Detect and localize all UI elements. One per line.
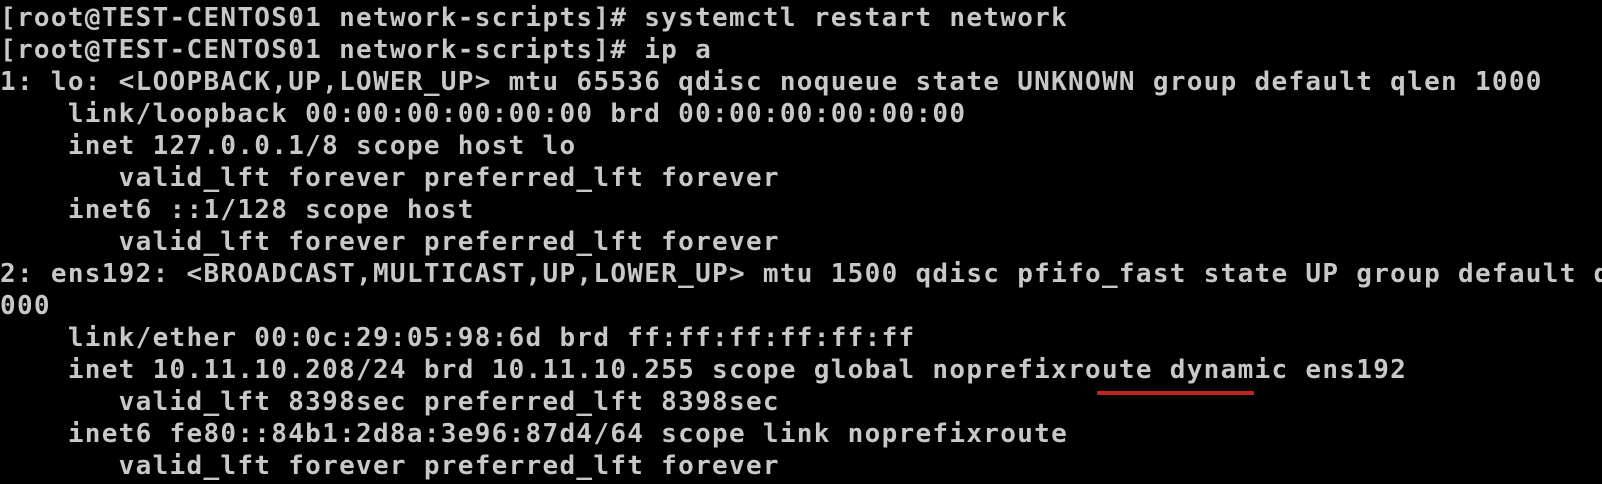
terminal-line: valid_lft forever preferred_lft forever [0, 451, 780, 481]
terminal-line: [root@TEST-CENTOS01 network-scripts]# sy… [0, 3, 1069, 33]
terminal-line: inet 10.11.10.208/24 brd 10.11.10.255 sc… [0, 355, 1408, 385]
terminal-line: 1: lo: <LOOPBACK,UP,LOWER_UP> mtu 65536 … [0, 67, 1543, 97]
terminal-line: link/loopback 00:00:00:00:00:00 brd 00:0… [0, 99, 967, 129]
terminal-line: 000 [0, 291, 51, 321]
terminal-line: [root@TEST-CENTOS01 network-scripts]# ip… [0, 35, 713, 65]
terminal-console[interactable]: [root@TEST-CENTOS01 network-scripts]# sy… [0, 0, 1602, 484]
terminal-line: inet6 fe80::84b1:2d8a:3e96:87d4/64 scope… [0, 419, 1069, 449]
highlight-underline [1097, 391, 1254, 395]
terminal-line: valid_lft 8398sec preferred_lft 8398sec [0, 387, 780, 417]
terminal-line: valid_lft forever preferred_lft forever [0, 163, 780, 193]
terminal-line: valid_lft forever preferred_lft forever [0, 227, 780, 257]
terminal-line: 2: ens192: <BROADCAST,MULTICAST,UP,LOWER… [0, 259, 1602, 289]
terminal-line: link/ether 00:0c:29:05:98:6d brd ff:ff:f… [0, 323, 916, 353]
terminal-line: inet6 ::1/128 scope host [0, 195, 475, 225]
terminal-line: inet 127.0.0.1/8 scope host lo [0, 131, 577, 161]
